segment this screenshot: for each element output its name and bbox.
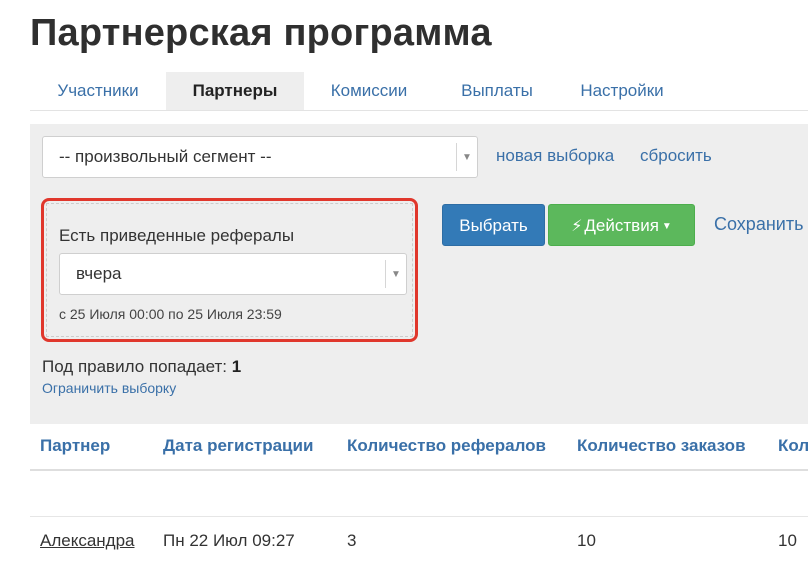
- new-selection-link[interactable]: новая выборка: [496, 146, 614, 166]
- column-header-referrals-count[interactable]: Количество рефералов: [347, 436, 546, 456]
- matches-label: Под правило попадает:: [42, 357, 227, 376]
- column-header-registration-date[interactable]: Дата регистрации: [163, 436, 313, 456]
- caret-down-icon: ▼: [661, 221, 672, 232]
- caret-down-icon: ▼: [456, 143, 477, 171]
- actions-button[interactable]: ⚡︎ Действия ▼: [548, 204, 695, 246]
- matches-count: 1: [231, 357, 242, 376]
- partner-name-link[interactable]: Александра: [40, 531, 135, 551]
- period-range-text: с 25 Июля 00:00 по 25 Июля 23:59: [59, 306, 282, 322]
- period-select-value: вчера: [76, 264, 122, 283]
- tab-partners[interactable]: Партнеры: [166, 72, 304, 110]
- tab-payouts[interactable]: Выплаты: [434, 72, 560, 110]
- rule-label: Есть приведенные рефералы: [59, 226, 295, 245]
- table-row-divider: [30, 516, 808, 517]
- bolt-icon: ⚡︎: [571, 218, 583, 235]
- caret-down-icon: ▼: [385, 260, 406, 288]
- tab-settings[interactable]: Настройки: [560, 72, 684, 110]
- segment-select-value: -- произвольный сегмент --: [59, 147, 272, 166]
- filter-panel: -- произвольный сегмент -- ▼ новая выбор…: [30, 124, 808, 424]
- segment-select[interactable]: -- произвольный сегмент -- ▼: [42, 136, 478, 178]
- limit-selection-link[interactable]: Ограничить выборку: [42, 380, 176, 396]
- extra-cell: 10: [778, 531, 797, 550]
- column-header-extra[interactable]: Кол: [778, 436, 808, 456]
- table-header-divider: [30, 469, 808, 471]
- tab-participants[interactable]: Участники: [30, 72, 166, 110]
- page-title: Партнерская программа: [30, 12, 492, 54]
- registration-date-cell: Пн 22 Июл 09:27: [163, 531, 295, 550]
- tabs-bar: Участники Партнеры Комиссии Выплаты Наст…: [30, 72, 808, 111]
- matches-summary: Под правило попадает: 1: [42, 357, 241, 377]
- column-header-orders-count[interactable]: Количество заказов: [577, 436, 746, 456]
- reset-link[interactable]: сбросить: [640, 146, 712, 166]
- period-select[interactable]: вчера ▼: [59, 253, 407, 295]
- tab-commissions[interactable]: Комиссии: [304, 72, 434, 110]
- select-button[interactable]: Выбрать: [442, 204, 545, 246]
- orders-count-cell: 10: [577, 531, 596, 550]
- referrals-count-cell: 3: [347, 531, 357, 550]
- actions-button-label: Действия: [584, 216, 659, 235]
- rule-condition-box: Есть приведенные рефералы вчера ▼ с 25 И…: [41, 198, 418, 342]
- column-header-partner[interactable]: Партнер: [40, 436, 110, 456]
- rule-condition-inner: Есть приведенные рефералы вчера ▼ с 25 И…: [46, 203, 413, 337]
- save-link[interactable]: Сохранить: [714, 214, 803, 235]
